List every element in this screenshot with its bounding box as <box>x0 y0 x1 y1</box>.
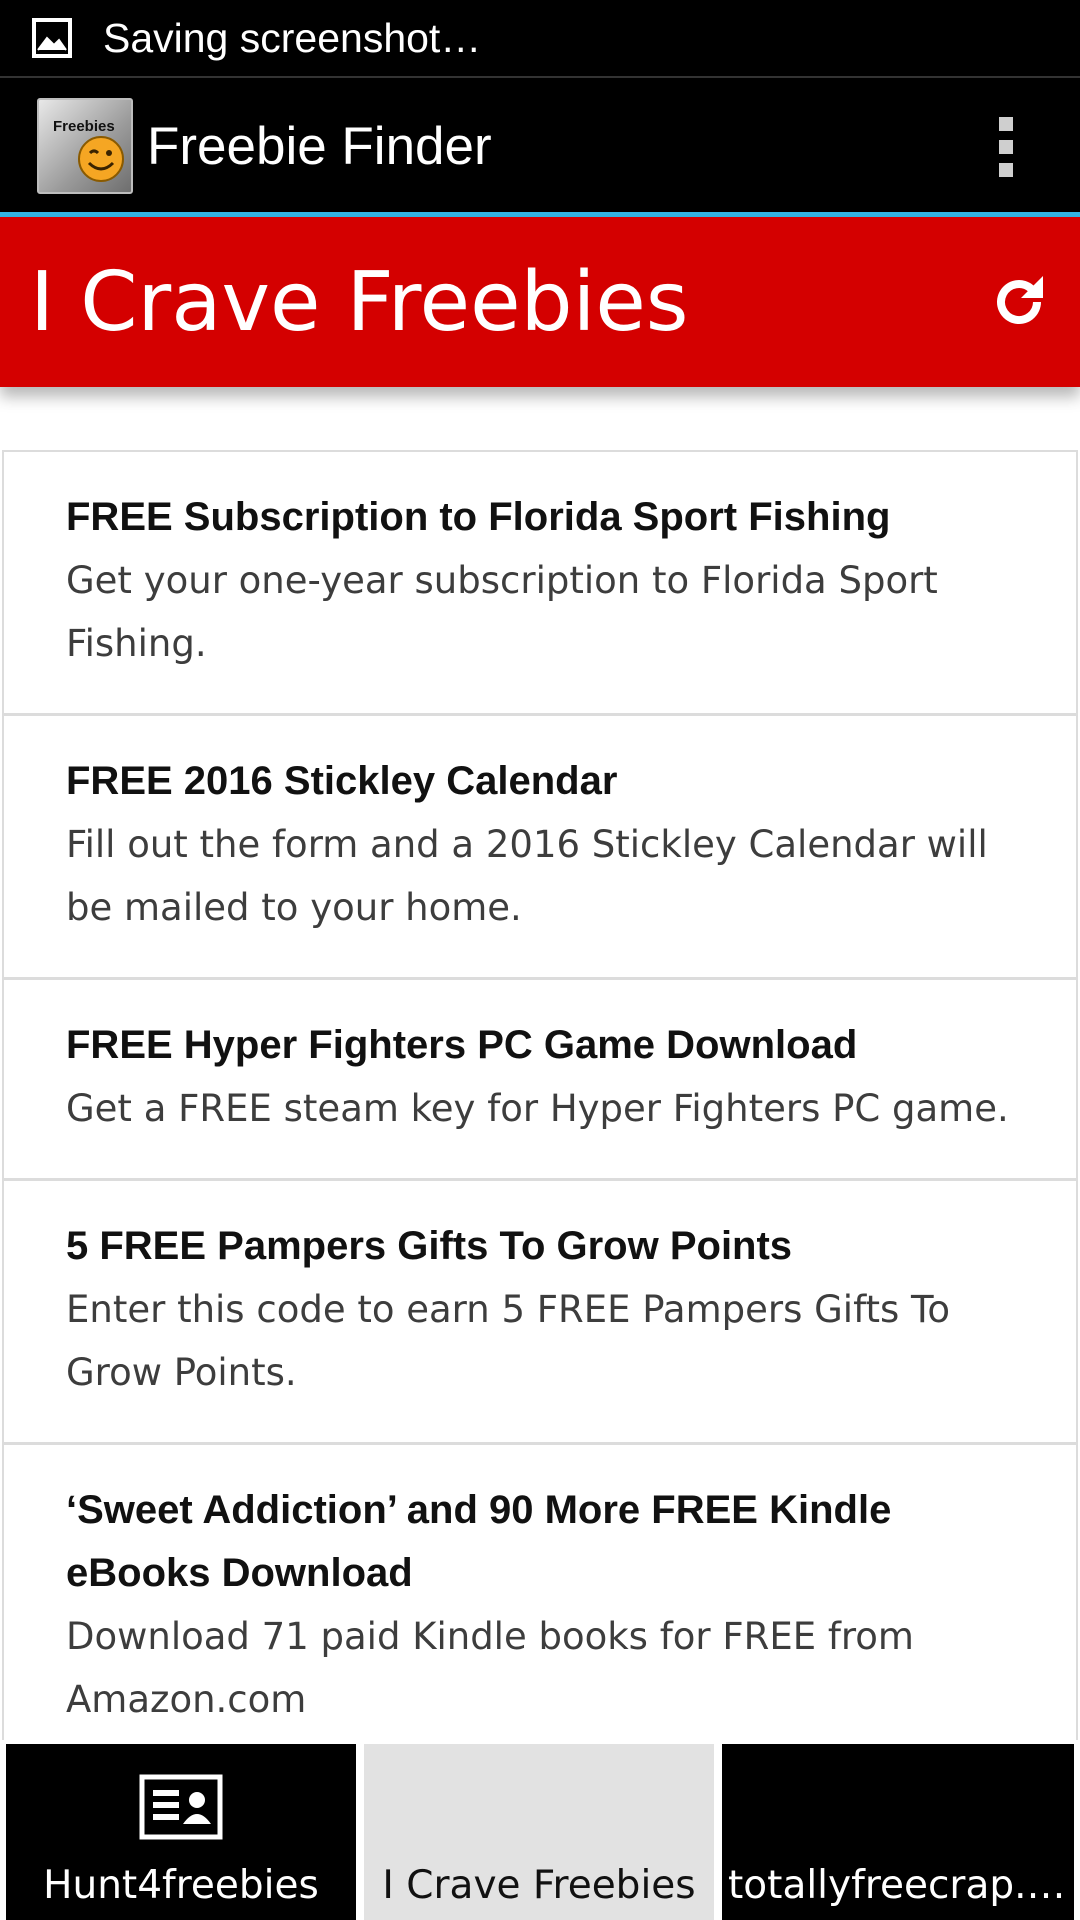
image-icon <box>31 17 73 59</box>
feed-item[interactable]: FREE Subscription to Florida Sport Fishi… <box>4 452 1076 716</box>
feed-header: I Crave Freebies <box>0 217 1080 387</box>
contact-card-icon <box>139 1774 223 1845</box>
feed-item-description: Enter this code to earn 5 FREE Pampers G… <box>66 1288 950 1394</box>
feed-item-description: Download 71 paid Kindle books for FREE f… <box>66 1615 914 1721</box>
feed-item[interactable]: FREE Hyper Fighters PC Game Download Get… <box>4 980 1076 1181</box>
feed-item[interactable]: FREE 2016 Stickley Calendar Fill out the… <box>4 716 1076 980</box>
status-bar: Saving screenshot… <box>0 0 1080 76</box>
status-notification-text: Saving screenshot… <box>103 14 482 61</box>
app-logo[interactable]: Freebies <box>37 98 133 194</box>
tab-hunt4freebies[interactable]: Hunt4freebies <box>6 1744 356 1920</box>
feed-title: I Crave Freebies <box>30 254 689 350</box>
feed-item-description: Get a FREE steam key for Hyper Fighters … <box>66 1087 1009 1130</box>
feed-item-title: ‘Sweet Addiction’ and 90 More FREE Kindl… <box>66 1488 892 1595</box>
app-title: Freebie Finder <box>147 116 492 176</box>
feed-item-title: FREE Hyper Fighters PC Game Download <box>66 1023 858 1067</box>
feed-item-description: Get your one-year subscription to Florid… <box>66 559 938 665</box>
feed-item-title: FREE Subscription to Florida Sport Fishi… <box>66 495 891 539</box>
feed-item[interactable]: 5 FREE Pampers Gifts To Grow Points Ente… <box>4 1181 1076 1445</box>
tab-totallyfreecrap[interactable]: totallyfreecrap.c… <box>722 1744 1074 1920</box>
feed-list: FREE Subscription to Florida Sport Fishi… <box>2 450 1078 1774</box>
menu-dot <box>999 117 1013 131</box>
feed-item[interactable]: ‘Sweet Addiction’ and 90 More FREE Kindl… <box>4 1445 1076 1772</box>
tab-label: totallyfreecrap.c… <box>728 1864 1068 1908</box>
overflow-menu-icon[interactable] <box>998 117 1014 177</box>
feed-item-title: FREE 2016 Stickley Calendar <box>66 759 618 803</box>
refresh-button[interactable] <box>984 267 1054 337</box>
logo-text: Freebies <box>53 118 115 135</box>
action-bar: Freebies Freebie Finder <box>0 76 1080 214</box>
refresh-icon <box>997 276 1043 325</box>
menu-dot <box>999 140 1013 154</box>
feed-item-description: Fill out the form and a 2016 Stickley Ca… <box>66 823 988 929</box>
menu-dot <box>999 163 1013 177</box>
bottom-tab-bar: Hunt4freebies I Crave Freebies totallyfr… <box>0 1740 1080 1920</box>
feed-item-title: 5 FREE Pampers Gifts To Grow Points <box>66 1224 793 1268</box>
tab-i-crave-freebies[interactable]: I Crave Freebies <box>364 1744 714 1920</box>
tab-label: I Crave Freebies <box>382 1864 696 1908</box>
smiley-icon <box>77 135 125 188</box>
tab-label: Hunt4freebies <box>43 1864 319 1908</box>
